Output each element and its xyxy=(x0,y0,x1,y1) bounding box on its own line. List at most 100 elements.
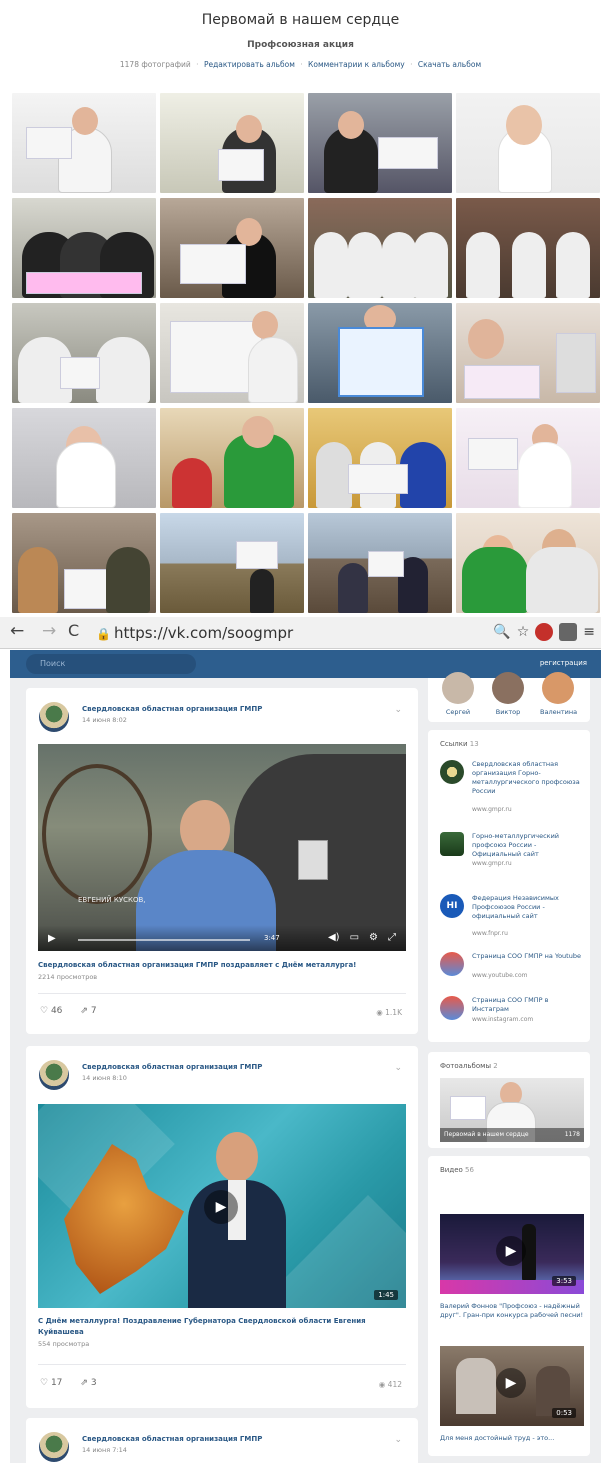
album-photo[interactable] xyxy=(456,198,600,298)
photo-grid xyxy=(12,93,600,613)
avatar[interactable] xyxy=(39,702,69,732)
youtube-link-icon xyxy=(440,952,464,976)
video-title[interactable]: Для меня достойный труд - это... xyxy=(440,1434,584,1443)
like-count: 46 xyxy=(50,1006,63,1016)
album-photo[interactable] xyxy=(160,198,304,298)
extension-badge-icon[interactable] xyxy=(559,623,578,641)
avatar[interactable] xyxy=(39,1432,69,1462)
lock-icon: 🔒 xyxy=(96,627,111,641)
window-icon[interactable]: ▭ xyxy=(350,932,359,943)
more-icon[interactable]: ⌄ xyxy=(394,1435,402,1445)
view-count: ◉ 1.1K xyxy=(376,1008,402,1017)
videos-header[interactable]: Видео 56 xyxy=(440,1166,474,1174)
friend-item[interactable]: Валентина xyxy=(540,672,577,716)
search-input[interactable]: Поиск xyxy=(26,654,196,674)
post-caption[interactable]: Свердловская областная организация ГМПР … xyxy=(38,960,406,971)
play-icon[interactable]: ▶ xyxy=(496,1368,526,1398)
post-author[interactable]: Свердловская областная организация ГМПР xyxy=(82,1435,262,1443)
link-item[interactable]: Страница СОО ГМПР в Инстаграм www.instag… xyxy=(440,996,584,1032)
link-item[interactable]: Свердловская областная организация Горно… xyxy=(440,760,584,820)
edit-album-link[interactable]: Редактировать альбом xyxy=(204,60,295,69)
arrow-left-icon[interactable]: ← xyxy=(10,621,24,641)
video-player[interactable]: ЕВГЕНИЙ КУСКОВ, ▶ 3:47 ◀) ▭ ⚙ ⤢ xyxy=(38,744,406,951)
video-player[interactable]: ▶ 1:45 xyxy=(38,1104,406,1308)
share-button[interactable]: ⇗ 3 xyxy=(80,1378,96,1388)
link-item[interactable]: Страница СОО ГМПР на Youtube www.youtube… xyxy=(440,952,584,988)
wall-post: Свердловская областная организация ГМПР … xyxy=(26,688,418,1034)
album-photo[interactable] xyxy=(12,303,156,403)
download-album-link[interactable]: Скачать альбом xyxy=(418,60,481,69)
post-date[interactable]: 14 июня 7:14 xyxy=(82,1446,127,1454)
video-views: 554 просмотра xyxy=(38,1340,90,1348)
share-count: 7 xyxy=(90,1006,97,1016)
album-photo[interactable] xyxy=(12,93,156,193)
post-author[interactable]: Свердловская областная организация ГМПР xyxy=(82,1063,262,1071)
album-photo[interactable] xyxy=(308,513,452,613)
album-photo[interactable] xyxy=(160,513,304,613)
share-icon: ⇗ xyxy=(80,1378,88,1388)
fullscreen-icon[interactable]: ⤢ xyxy=(388,932,396,943)
album-photo[interactable] xyxy=(308,93,452,193)
album-photo[interactable] xyxy=(308,408,452,508)
friend-item[interactable]: Сергей xyxy=(440,672,476,716)
album-photo[interactable] xyxy=(12,408,156,508)
friends-card: Сергей Виктор Валентина xyxy=(428,672,590,722)
album-photo[interactable] xyxy=(308,198,452,298)
share-button[interactable]: ⇗ 7 xyxy=(80,1006,96,1016)
divider xyxy=(38,993,406,994)
album-photo[interactable] xyxy=(456,513,600,613)
post-author[interactable]: Свердловская областная организация ГМПР xyxy=(82,705,262,713)
album-photo[interactable] xyxy=(160,303,304,403)
address-bar[interactable]: 🔒 https://vk.com/soogmpr xyxy=(96,624,293,642)
albums-header[interactable]: Фотоальбомы 2 xyxy=(440,1062,498,1070)
post-caption[interactable]: С Днём металлурга! Поздравление Губернат… xyxy=(38,1316,406,1338)
more-icon[interactable]: ⌄ xyxy=(394,705,402,715)
album-photo[interactable] xyxy=(12,198,156,298)
album-subtitle: Профсоюзная акция xyxy=(247,40,354,50)
arrow-right-icon[interactable]: → xyxy=(42,621,56,641)
zoom-icon[interactable]: 🔍 xyxy=(493,624,510,640)
album-photo[interactable] xyxy=(456,303,600,403)
extension-icon[interactable] xyxy=(535,623,554,641)
link-item[interactable]: НI Федерация Независимых Профсоюзов Росс… xyxy=(440,894,584,942)
volume-icon[interactable]: ◀) xyxy=(328,932,340,943)
album-photo[interactable] xyxy=(456,93,600,193)
eye-icon: ◉ xyxy=(376,1008,383,1017)
progress-bar[interactable] xyxy=(78,939,250,941)
album-photo[interactable] xyxy=(308,303,452,403)
album-photo[interactable] xyxy=(160,93,304,193)
album-photo[interactable] xyxy=(12,513,156,613)
links-header[interactable]: Ссылки 13 xyxy=(440,740,479,748)
eye-icon: ◉ xyxy=(378,1380,386,1389)
friend-item[interactable]: Виктор xyxy=(490,672,526,716)
register-link[interactable]: регистрация xyxy=(540,659,587,667)
avatar xyxy=(442,672,474,704)
play-icon[interactable]: ▶ xyxy=(496,1236,526,1266)
like-button[interactable]: ♡ 46 xyxy=(40,1006,62,1016)
video-duration: 0:53 xyxy=(552,1408,576,1418)
heart-icon: ♡ xyxy=(40,1006,49,1016)
post-date[interactable]: 14 июня 8:02 xyxy=(82,716,127,724)
album-photo[interactable] xyxy=(456,408,600,508)
play-icon[interactable]: ▶ xyxy=(48,933,56,944)
star-icon[interactable]: ☆ xyxy=(517,624,530,640)
avatar[interactable] xyxy=(39,1060,69,1090)
reload-icon[interactable]: C xyxy=(68,621,79,640)
album-comments-link[interactable]: Комментарии к альбому xyxy=(308,60,405,69)
video-thumbnail[interactable]: ▶ 3:53 xyxy=(440,1214,584,1294)
video-title[interactable]: Валерий Фоннов "Профсоюз - надёжный друг… xyxy=(440,1302,584,1320)
gear-icon[interactable]: ⚙ xyxy=(369,932,378,943)
like-button[interactable]: ♡ 17 xyxy=(40,1378,62,1388)
more-icon[interactable]: ⌄ xyxy=(394,1063,402,1073)
play-icon[interactable]: ▶ xyxy=(204,1190,238,1224)
video-thumbnail[interactable]: ▶ 0:53 xyxy=(440,1346,584,1426)
album-photo[interactable] xyxy=(160,408,304,508)
album-thumbnail[interactable]: Первомай в нашем сердце 1178 xyxy=(440,1078,584,1142)
fnpr-logo-icon: НI xyxy=(440,894,464,918)
post-date[interactable]: 14 июня 8:10 xyxy=(82,1074,127,1082)
gmpr-logo-icon xyxy=(440,832,464,856)
link-item[interactable]: Горно-металлургический профсоюз России -… xyxy=(440,832,584,880)
video-duration: 3:53 xyxy=(552,1276,576,1286)
menu-icon[interactable]: ≡ xyxy=(583,624,595,640)
gmpr-logo-icon xyxy=(440,760,464,784)
